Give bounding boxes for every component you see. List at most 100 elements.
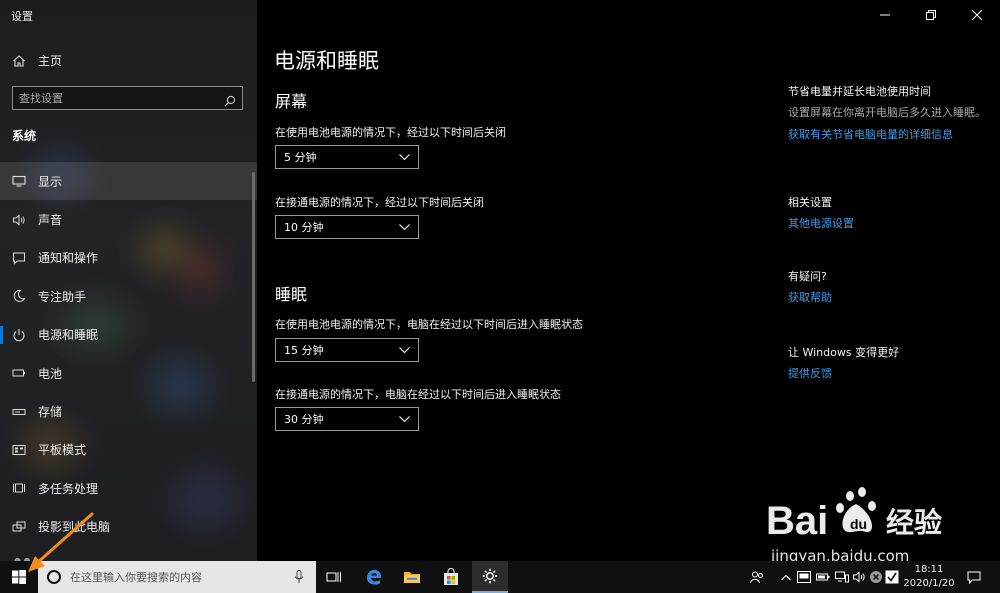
taskbar: 18:11 2020/1/20: [0, 561, 1000, 593]
search-icon[interactable]: [224, 92, 236, 107]
aside-heading: 相关设置: [788, 196, 832, 209]
sidebar-section-label: 系统: [12, 129, 37, 143]
clock-date: 2020/1/20: [903, 578, 955, 589]
volume-icon[interactable]: [853, 570, 867, 584]
sidebar-item-notifications[interactable]: 通知和操作: [0, 239, 257, 277]
sleep-battery-label: 在使用电池电源的情况下，电脑在经过以下时间后进入睡眠状态: [275, 318, 583, 331]
file-explorer-button[interactable]: [394, 561, 430, 593]
store-app-button[interactable]: [433, 561, 469, 593]
taskbar-clock[interactable]: 18:11 2020/1/20: [903, 563, 955, 591]
aside-related-settings: 相关设置 其他电源设置: [788, 194, 988, 231]
sidebar-item-storage[interactable]: 存储: [0, 392, 257, 430]
sidebar-item-power-sleep[interactable]: 电源和睡眠: [0, 316, 257, 354]
sidebar-item-battery[interactable]: 电池: [0, 354, 257, 392]
task-view-button[interactable]: [316, 561, 352, 593]
additional-power-settings-link[interactable]: 其他电源设置: [788, 215, 988, 231]
sidebar-item-label: 电池: [38, 366, 63, 381]
sidebar-item-label: 通知和操作: [38, 251, 99, 266]
sidebar-item-display[interactable]: 显示: [0, 162, 257, 201]
sidebar-item-label: 多任务处理: [38, 481, 99, 496]
sidebar-item-label: 存储: [38, 405, 63, 420]
taskbar-search-input[interactable]: [70, 570, 285, 584]
storage-icon: [12, 405, 26, 419]
settings-sidebar: 设置 主页 系统 显示 声音 通知和操作: [0, 0, 257, 561]
close-icon: [972, 10, 982, 20]
action-center-icon[interactable]: [967, 570, 981, 584]
sidebar-item-label: 专注助手: [38, 289, 87, 304]
chevron-down-icon: [399, 415, 410, 422]
sidebar-item-label: 显示: [38, 174, 63, 189]
sidebar-item-label: 声音: [38, 213, 63, 228]
microphone-icon[interactable]: [294, 570, 304, 584]
screen-battery-label: 在使用电池电源的情况下，经过以下时间后关闭: [275, 126, 506, 139]
chevron-down-icon: [399, 153, 410, 160]
tablet-icon: [12, 443, 26, 457]
speaker-icon: [12, 213, 26, 227]
window-title: 设置: [11, 10, 33, 23]
sleep-heading: 睡眠: [275, 285, 308, 304]
settings-search-input[interactable]: [19, 91, 209, 105]
aside-feedback: 让 Windows 变得更好 提供反馈: [788, 344, 988, 381]
sleep-plugged-label: 在接通电源的情况下，电脑在经过以下时间后进入睡眠状态: [275, 388, 561, 401]
settings-search[interactable]: [12, 86, 243, 110]
edge-app-button[interactable]: [356, 561, 392, 593]
dropdown-value: 30 分钟: [284, 413, 324, 426]
folder-icon: [404, 572, 420, 583]
screen-heading: 屏幕: [275, 92, 308, 111]
input-method-off-icon[interactable]: [869, 570, 883, 584]
aside-heading: 节省电量并延长电池使用时间: [788, 85, 931, 98]
sidebar-scrollbar[interactable]: [252, 172, 255, 382]
screen-plugged-label: 在接通电源的情况下，经过以下时间后关闭: [275, 196, 484, 209]
aside-save-power: 节省电量并延长电池使用时间 设置屏幕在你离开电脑后多久进入睡眠。 获取有关节省电…: [788, 83, 988, 142]
home-icon: [12, 53, 26, 67]
notification-icon: [12, 251, 26, 265]
aside-questions: 有疑问? 获取帮助: [788, 268, 988, 305]
chevron-down-icon: [399, 223, 410, 230]
dropdown-value: 5 分钟: [284, 151, 317, 164]
aside-heading: 有疑问?: [788, 270, 827, 283]
network-icon[interactable]: [835, 570, 849, 584]
window-controls: [862, 0, 1000, 30]
sidebar-item-label: 平板模式: [38, 443, 87, 458]
sidebar-home-label: 主页: [38, 53, 63, 68]
battery-icon: [12, 366, 26, 380]
sleep-plugged-dropdown[interactable]: 30 分钟: [275, 407, 419, 431]
minimize-icon: [880, 14, 890, 16]
battery-tray-icon[interactable]: [816, 570, 830, 584]
power-icon: [12, 328, 26, 342]
show-hidden-icons-icon[interactable]: [779, 570, 793, 584]
settings-app-button[interactable]: [472, 561, 508, 593]
sidebar-item-tablet-mode[interactable]: 平板模式: [0, 431, 257, 469]
give-feedback-link[interactable]: 提供反馈: [788, 365, 988, 381]
dropdown-value: 15 分钟: [284, 344, 324, 357]
chevron-down-icon: [399, 346, 410, 353]
sidebar-item-label: 电源和睡眠: [38, 328, 99, 343]
people-icon[interactable]: [750, 570, 764, 584]
monitor-icon: [12, 174, 26, 188]
restore-button[interactable]: [908, 0, 954, 30]
sidebar-nav: 显示 声音 通知和操作 专注助手 电源和睡眠 电池 存储 平板模式 多任务处理 …: [0, 162, 257, 546]
edge-browser-icon: [367, 569, 382, 585]
sleep-battery-dropdown[interactable]: 15 分钟: [275, 338, 419, 362]
aside-heading: 让 Windows 变得更好: [788, 346, 900, 359]
sidebar-item-sound[interactable]: 声音: [0, 200, 257, 238]
screen-plugged-dropdown[interactable]: 10 分钟: [275, 215, 419, 239]
aside-text: 设置屏幕在你离开电脑后多久进入睡眠。: [788, 106, 986, 119]
annotation-arrow-icon: [28, 512, 94, 572]
sidebar-home[interactable]: 主页: [0, 47, 257, 73]
minimize-button[interactable]: [862, 0, 908, 30]
screen-battery-dropdown[interactable]: 5 分钟: [275, 145, 419, 169]
clock-time: 18:11: [914, 564, 944, 575]
tray-app-icon[interactable]: [797, 570, 811, 584]
task-view-icon: [326, 572, 341, 582]
power-saving-info-link[interactable]: 获取有关节省电脑电量的详细信息: [788, 126, 988, 142]
close-button[interactable]: [954, 0, 1000, 30]
sidebar-item-focus-assist[interactable]: 专注助手: [0, 277, 257, 315]
get-help-link[interactable]: 获取帮助: [788, 289, 988, 305]
sidebar-item-multitasking[interactable]: 多任务处理: [0, 469, 257, 507]
moon-icon: [12, 289, 26, 303]
page-title: 电源和睡眠: [274, 49, 379, 73]
store-bag-icon: [444, 568, 458, 585]
restore-icon: [926, 10, 936, 20]
pen-ink-icon[interactable]: [885, 570, 899, 584]
